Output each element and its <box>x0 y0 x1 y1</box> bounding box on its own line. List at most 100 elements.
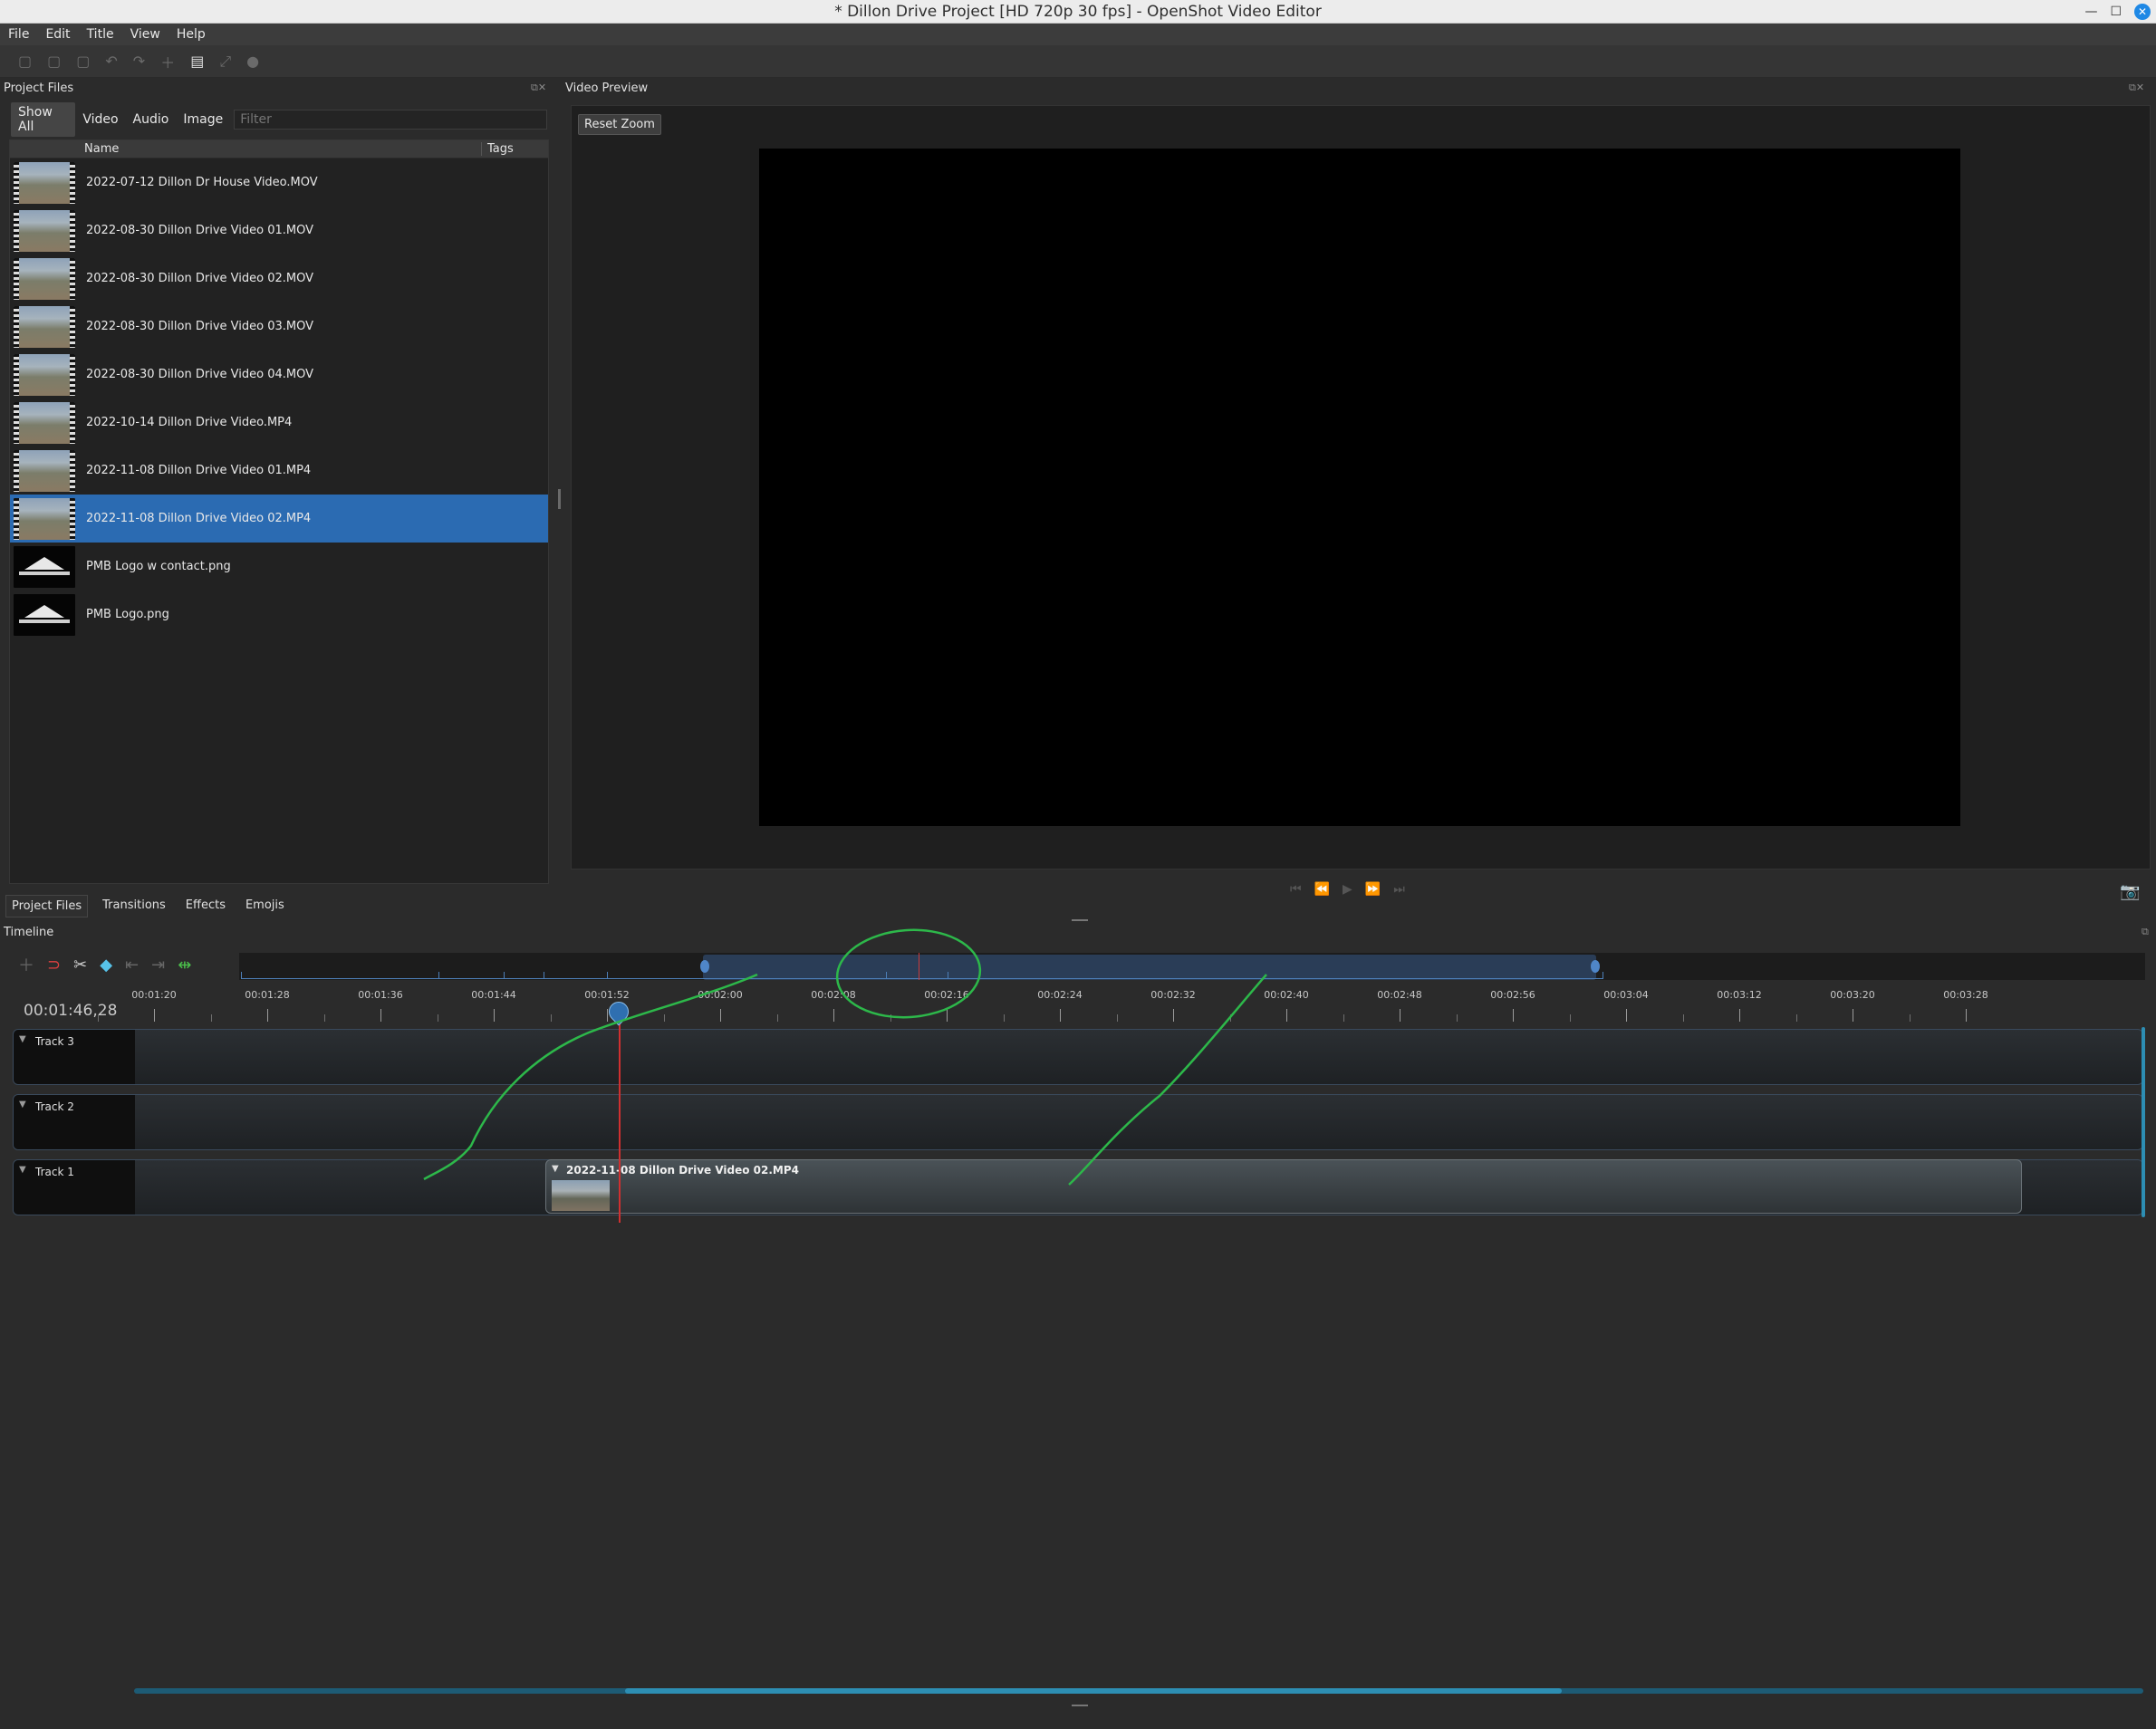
bottom-splitter-handle[interactable] <box>1072 1705 1088 1706</box>
project-file-item[interactable]: PMB Logo w contact.png <box>10 543 548 591</box>
tab-emojis[interactable]: Emojis <box>240 895 290 917</box>
filter-show-all-button[interactable]: Show All <box>11 102 76 137</box>
timeline-ruler[interactable]: 00:01:20 00:01:28 00:01:36 00:01:44 00:01:52… <box>97 987 2143 1023</box>
jump-start-icon[interactable]: ⏮ <box>1290 882 1302 897</box>
column-name-header[interactable]: Name <box>84 142 119 156</box>
track-menu-chevron-icon[interactable]: ▼ <box>19 1165 26 1175</box>
ruler-tick-label: 00:01:28 <box>245 989 290 1001</box>
timeline-clip[interactable]: ▼ 2022-11-08 Dillon Drive Video 02.MP4 <box>545 1159 2022 1214</box>
add-marker-icon[interactable]: ◆ <box>100 956 112 975</box>
ruler-major-tick <box>1626 1009 1627 1022</box>
new-project-icon[interactable]: ▢ <box>18 53 32 70</box>
filter-video-button[interactable]: Video <box>75 110 125 130</box>
reset-zoom-button[interactable]: Reset Zoom <box>578 114 661 135</box>
dock-float-close-icon[interactable]: ⧉✕ <box>2129 82 2144 94</box>
ruler-major-tick <box>720 1009 721 1022</box>
ruler-minor-tick <box>1909 1014 1911 1022</box>
project-file-item[interactable]: 2022-08-30 Dillon Drive Video 03.MOV <box>10 303 548 351</box>
project-file-item[interactable]: 2022-08-30 Dillon Drive Video 04.MOV <box>10 351 548 399</box>
close-icon[interactable]: ✕ <box>2134 4 2151 20</box>
video-preview-canvas[interactable] <box>759 149 1960 826</box>
tab-effects[interactable]: Effects <box>180 895 231 917</box>
razor-scissors-icon[interactable]: ✂ <box>73 956 87 975</box>
track-menu-chevron-icon[interactable]: ▼ <box>19 1100 26 1109</box>
jump-end-icon[interactable]: ⏭ <box>1393 882 1405 897</box>
redo-icon[interactable]: ↷ <box>133 53 145 70</box>
project-file-item[interactable]: 2022-08-30 Dillon Drive Video 02.MOV <box>10 255 548 303</box>
filter-image-button[interactable]: Image <box>176 110 230 130</box>
track-header[interactable]: ▼ Track 1 <box>14 1160 135 1215</box>
column-tags-header[interactable]: Tags <box>481 142 514 156</box>
ruler-tick-label: 00:03:20 <box>1830 989 1875 1001</box>
filter-input[interactable] <box>234 110 547 130</box>
track-menu-chevron-icon[interactable]: ▼ <box>19 1034 26 1044</box>
minimap-right-handle[interactable] <box>1591 960 1600 973</box>
project-file-item[interactable]: 2022-10-14 Dillon Drive Video.MP4 <box>10 399 548 447</box>
project-file-item[interactable]: PMB Logo.png <box>10 591 548 639</box>
timeline-scrollbar-thumb[interactable] <box>625 1688 1562 1694</box>
save-project-icon[interactable]: ▢ <box>76 53 90 70</box>
track-header[interactable]: ▼ Track 2 <box>14 1095 135 1149</box>
video-thumbnail <box>14 353 75 396</box>
previous-marker-icon[interactable]: ⇤ <box>125 956 139 975</box>
project-file-item[interactable]: 2022-08-30 Dillon Drive Video 01.MOV <box>10 207 548 255</box>
timeline-vertical-scrollbar[interactable] <box>2142 1027 2145 1217</box>
ruler-minor-tick <box>323 1014 325 1022</box>
import-files-icon[interactable]: ＋ <box>160 51 175 72</box>
ruler-minor-tick <box>1682 1014 1684 1022</box>
center-playhead-icon[interactable]: ⇹ <box>178 956 191 975</box>
snap-magnet-icon[interactable]: ⊃ <box>47 956 61 975</box>
undo-icon[interactable]: ↶ <box>105 53 117 70</box>
minimap-left-handle[interactable] <box>700 960 709 973</box>
project-files-list[interactable]: Name Tags 2022-07-12 Dillon Dr House Vid… <box>9 139 549 884</box>
playhead-line[interactable] <box>619 1005 621 1223</box>
camera-icon[interactable]: 📷 <box>2120 882 2140 901</box>
minimap-clip-divider <box>504 972 505 979</box>
tab-project-files[interactable]: Project Files <box>5 895 89 917</box>
project-file-name: 2022-10-14 Dillon Drive Video.MP4 <box>86 416 293 429</box>
maximize-icon[interactable]: ☐ <box>2110 5 2122 19</box>
project-file-item[interactable]: 2022-11-08 Dillon Drive Video 01.MP4 <box>10 447 548 495</box>
play-icon[interactable]: ▶ <box>1343 882 1352 897</box>
open-project-icon[interactable]: ▢ <box>47 53 61 70</box>
menu-file[interactable]: File <box>0 27 37 42</box>
menu-bar: File Edit Title View Help <box>0 24 2156 45</box>
minimize-icon[interactable]: — <box>2084 5 2097 19</box>
video-preview-dock-title: Video Preview <box>565 82 649 95</box>
menu-help[interactable]: Help <box>168 27 214 42</box>
ruler-tick-label: 00:01:36 <box>358 989 403 1001</box>
filter-audio-button[interactable]: Audio <box>126 110 177 130</box>
add-track-icon[interactable]: ＋ <box>18 953 34 976</box>
track-2[interactable]: ▼ Track 2 <box>13 1094 2143 1150</box>
clip-menu-chevron-icon[interactable]: ▼ <box>552 1164 559 1174</box>
ruler-minor-tick <box>1229 1014 1231 1022</box>
menu-title[interactable]: Title <box>79 27 122 42</box>
track-3[interactable]: ▼ Track 3 <box>13 1029 2143 1085</box>
dock-float-icon[interactable]: ⧉ <box>2142 926 2149 938</box>
project-file-item[interactable]: 2022-07-12 Dillon Dr House Video.MOV <box>10 158 548 207</box>
tab-transitions[interactable]: Transitions <box>97 895 171 917</box>
project-file-name: 2022-11-08 Dillon Drive Video 01.MP4 <box>86 464 312 477</box>
project-file-item[interactable]: 2022-11-08 Dillon Drive Video 02.MP4 <box>10 495 548 543</box>
ruler-minor-tick <box>663 1014 665 1022</box>
dock-splitter-handle[interactable] <box>1072 919 1088 921</box>
menu-edit[interactable]: Edit <box>37 27 78 42</box>
window-controls: — ☐ ✕ <box>2084 0 2156 24</box>
fast-forward-icon[interactable]: ⏩ <box>1365 882 1381 897</box>
ruler-major-tick <box>267 1009 268 1022</box>
ruler-minor-tick <box>776 1014 778 1022</box>
rewind-icon[interactable]: ⏪ <box>1314 882 1330 897</box>
next-marker-icon[interactable]: ⇥ <box>151 956 165 975</box>
ruler-major-tick <box>1739 1009 1740 1022</box>
export-video-icon[interactable]: ● <box>246 53 259 70</box>
track-header[interactable]: ▼ Track 3 <box>14 1030 135 1084</box>
profile-icon[interactable]: ▤ <box>190 53 204 70</box>
ruler-tick-label: 00:02:24 <box>1037 989 1083 1001</box>
ruler-major-tick <box>1513 1009 1514 1022</box>
panel-splitter-handle[interactable] <box>558 489 561 509</box>
menu-view[interactable]: View <box>122 27 168 42</box>
project-files-filter-bar: Show All Video Audio Image <box>11 102 547 137</box>
ruler-major-tick <box>1060 1009 1061 1022</box>
fullscreen-icon[interactable]: ⤢ <box>219 53 231 71</box>
dock-float-close-icon[interactable]: ⧉✕ <box>531 82 546 94</box>
